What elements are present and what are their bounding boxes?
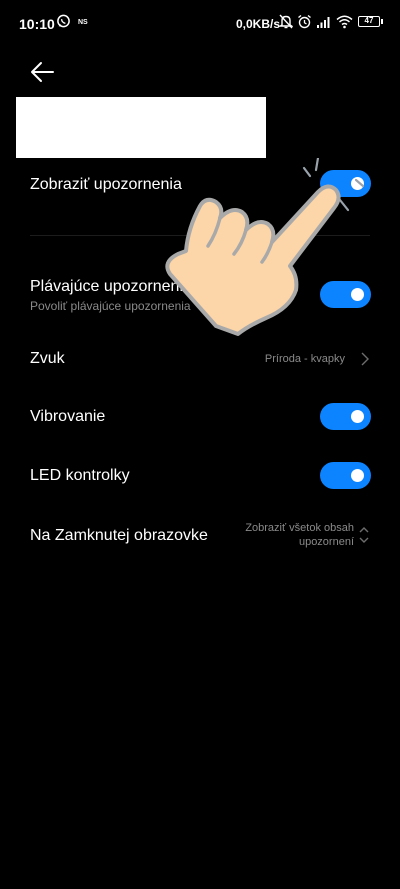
- status-time: 10:10: [19, 16, 55, 32]
- chevron-up-down-icon: [359, 527, 369, 543]
- setting-label: LED kontrolky: [30, 467, 130, 484]
- setting-label: Na Zamknutej obrazovke: [30, 527, 208, 544]
- whatsapp-icon: [57, 14, 70, 28]
- battery-icon: 47: [358, 16, 380, 27]
- notifications-off-icon: [279, 14, 293, 29]
- alarm-icon: [298, 14, 311, 29]
- toggle-knob: [351, 410, 364, 423]
- ns-indicator: NS: [78, 19, 88, 26]
- tap-hand-icon: [165, 158, 365, 336]
- net-speed: 0,0KB/s: [236, 17, 281, 31]
- setting-label: Vibrovanie: [30, 408, 106, 425]
- battery-level: 47: [364, 16, 374, 25]
- setting-label: Zvuk: [30, 350, 65, 367]
- toggle-knob: [351, 469, 364, 482]
- battery-tip: [381, 19, 383, 24]
- chevron-right-icon: [361, 352, 369, 366]
- signal-icon: [317, 17, 330, 28]
- led-toggle[interactable]: [320, 462, 371, 489]
- back-arrow-icon: [31, 62, 54, 82]
- back-button[interactable]: [28, 58, 58, 86]
- setting-led[interactable]: LED kontrolky: [0, 454, 400, 498]
- sound-value: Príroda - kvapky: [264, 353, 345, 365]
- setting-lockscreen[interactable]: Na Zamknutej obrazovke Zobraziť všetok o…: [0, 515, 400, 557]
- app-title-block: [16, 97, 266, 158]
- lockscreen-value-line2: upozornení: [298, 536, 354, 548]
- setting-vibration[interactable]: Vibrovanie: [0, 395, 400, 439]
- status-bar: 10:10 NS 0,0KB/s 47: [0, 0, 400, 46]
- lockscreen-value-line1: Zobraziť všetok obsah: [245, 522, 354, 534]
- vibration-toggle[interactable]: [320, 403, 371, 430]
- wifi-icon: [336, 15, 353, 29]
